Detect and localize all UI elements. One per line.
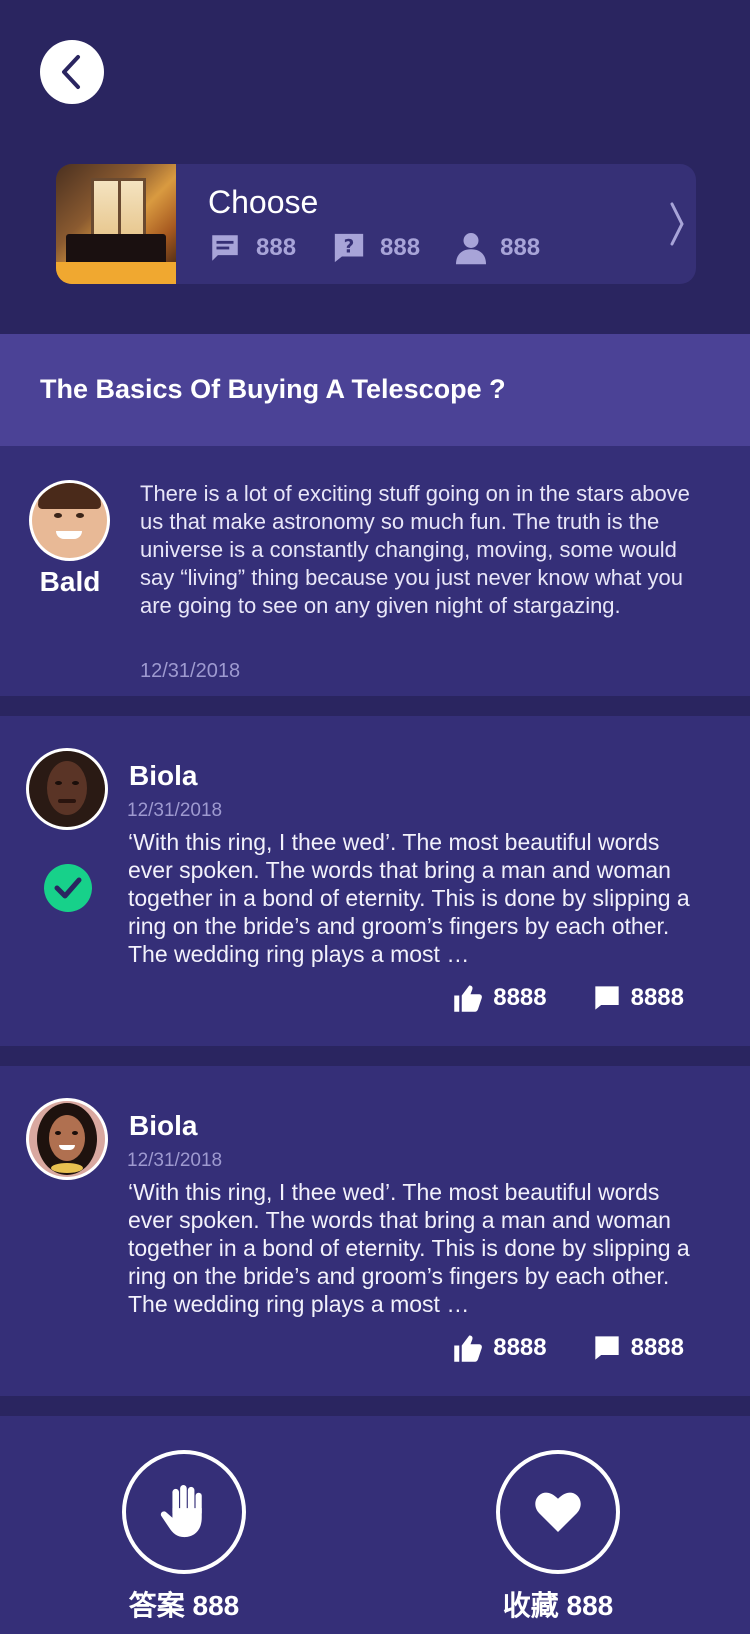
accepted-badge <box>44 864 92 912</box>
stat-comments: 888 <box>208 231 296 265</box>
question-title-bar: The Basics Of Buying A Telescope ? <box>0 334 750 446</box>
like-button[interactable]: 8888 <box>453 1334 547 1362</box>
svg-text:?: ? <box>344 236 355 257</box>
like-count: 8888 <box>493 1334 547 1361</box>
answer-button-circle <box>122 1450 246 1574</box>
answer-author[interactable]: Biola <box>129 760 197 792</box>
thumbs-up-icon <box>454 985 483 1012</box>
question-icon: ? <box>334 233 364 263</box>
answer-actions: 8888 8888 <box>407 1334 684 1362</box>
chevron-left-icon <box>62 55 80 89</box>
check-icon <box>54 877 82 899</box>
answer-actions: 8888 8888 <box>407 984 684 1012</box>
question-body: Bald There is a lot of exciting stuff go… <box>0 446 750 696</box>
stat-questions: ? 888 <box>332 231 420 265</box>
answer-count-label: 答案 888 <box>128 1590 240 1621</box>
chevron-right-icon <box>670 202 684 246</box>
answer-button[interactable]: 答案 888 <box>114 1450 254 1624</box>
user-icon <box>456 233 487 265</box>
stat-members-value: 888 <box>500 234 541 261</box>
comment-icon <box>594 1336 619 1360</box>
like-button[interactable]: 8888 <box>453 984 547 1012</box>
raised-hand-icon <box>160 1485 202 1538</box>
group-title: Choose <box>208 184 319 220</box>
favorite-count-label: 收藏 888 <box>502 1590 614 1621</box>
like-count: 8888 <box>493 984 547 1011</box>
question-title: The Basics Of Buying A Telescope ? <box>40 374 506 404</box>
comment-count: 8888 <box>630 984 684 1011</box>
question-text: There is a lot of exciting stuff going o… <box>140 481 690 618</box>
comment-icon <box>212 235 238 261</box>
group-thumbnail <box>56 164 176 284</box>
comment-button[interactable]: 8888 <box>593 1334 684 1362</box>
answer-text: ‘With this ring, I thee wed’. The most b… <box>128 1179 690 1317</box>
heart-icon <box>535 1492 581 1532</box>
asker-avatar[interactable] <box>29 480 110 561</box>
stat-questions-value: 888 <box>380 234 421 261</box>
answer-avatar[interactable] <box>26 748 108 830</box>
group-card[interactable]: Choose 888 ? 888 888 <box>56 164 696 284</box>
group-stats: 888 ? 888 888 <box>208 231 696 265</box>
stat-comments-value: 888 <box>256 234 297 261</box>
answer-author[interactable]: Biola <box>129 1110 197 1142</box>
answer-avatar[interactable] <box>26 1098 108 1180</box>
asker-name[interactable]: Bald <box>0 566 140 598</box>
answer-card: Biola 12/31/2018 ‘With this ring, I thee… <box>0 716 750 1046</box>
bottom-action-bar: 答案 888 收藏 888 <box>0 1416 750 1634</box>
comment-button[interactable]: 8888 <box>593 984 684 1012</box>
stat-members: 888 <box>456 231 540 265</box>
answer-text: ‘With this ring, I thee wed’. The most b… <box>128 829 690 967</box>
favorite-button-circle <box>496 1450 620 1574</box>
answer-card: Biola 12/31/2018 ‘With this ring, I thee… <box>0 1066 750 1396</box>
comment-count: 8888 <box>630 1334 684 1361</box>
thumbs-up-icon <box>454 1335 483 1362</box>
favorite-button[interactable]: 收藏 888 <box>488 1450 628 1624</box>
comment-icon <box>594 986 619 1010</box>
back-button[interactable] <box>40 40 104 104</box>
question-date: 12/31/2018 <box>140 660 241 682</box>
answer-date: 12/31/2018 <box>127 800 223 821</box>
answer-date: 12/31/2018 <box>127 1150 223 1171</box>
